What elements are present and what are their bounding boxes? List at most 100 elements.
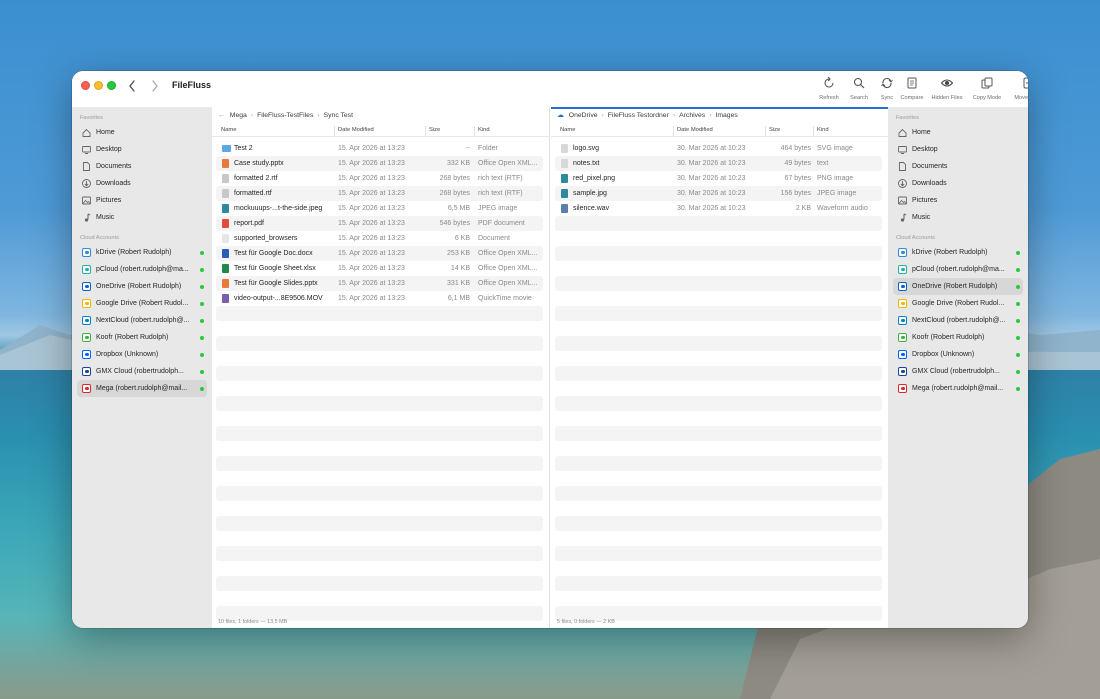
table-row[interactable]: silence.wav 30. Mar 2026 at 10:23 2 KB Wave… bbox=[555, 201, 882, 216]
column-header-size[interactable]: Size bbox=[769, 127, 780, 133]
cloud-service-icon bbox=[898, 367, 907, 376]
file-kind: SVG image bbox=[817, 145, 853, 152]
sidebar-cloud-account[interactable]: Koofr (Robert Rudolph) bbox=[77, 329, 207, 346]
back-button[interactable] bbox=[122, 78, 142, 93]
forward-button[interactable] bbox=[145, 78, 165, 93]
sidebar-cloud-account[interactable]: pCloud (robert.rudolph@ma... bbox=[77, 261, 207, 278]
table-row[interactable]: Test für Google Sheet.xlsx 15. Apr 2026 a… bbox=[216, 261, 543, 276]
sidebar-cloud-account[interactable]: kDrive (Robert Rudolph) bbox=[893, 244, 1023, 261]
sidebar-cloud-account[interactable]: Google Drive (Robert Rudol... bbox=[77, 295, 207, 312]
column-header-name[interactable]: Name bbox=[221, 127, 236, 133]
table-row[interactable]: report.pdf 15. Apr 2026 at 13:23 546 bytes… bbox=[216, 216, 543, 231]
sidebar-item-documents[interactable]: Documents bbox=[893, 158, 1023, 175]
sidebar-item-label: Dropbox (Unknown) bbox=[96, 351, 159, 358]
column-header-kind[interactable]: Kind bbox=[478, 127, 490, 133]
left-file-pane[interactable]: ← Mega › FileFluss-TestFiles › Sync Test Name… bbox=[212, 107, 550, 628]
sidebar-item-label: GMX Cloud (robertrudolph... bbox=[96, 368, 184, 375]
close-window-button[interactable] bbox=[81, 81, 90, 90]
column-header-date-modified[interactable]: Date Modified bbox=[338, 127, 374, 133]
table-row[interactable]: Test für Google Slides.pptx 15. Apr 2026 … bbox=[216, 276, 543, 291]
column-header-size[interactable]: Size bbox=[429, 127, 440, 133]
sidebar-cloud-account[interactable]: Dropbox (Unknown) bbox=[893, 346, 1023, 363]
sidebar-item-label: Google Drive (Robert Rudol... bbox=[96, 300, 189, 307]
minimize-window-button[interactable] bbox=[94, 81, 103, 90]
sidebar-item-music[interactable]: Music bbox=[77, 209, 207, 226]
sidebar-item-label: NextCloud (robert.rudolph@... bbox=[96, 317, 190, 324]
sidebar-cloud-account[interactable]: Mega (robert.rudolph@mail... bbox=[77, 380, 207, 397]
file-name: Case study.pptx bbox=[234, 160, 284, 167]
sidebar-cloud-account[interactable]: GMX Cloud (robertrudolph... bbox=[893, 363, 1023, 380]
sidebar-cloud-account[interactable]: kDrive (Robert Rudolph) bbox=[77, 244, 207, 261]
chevron-right-icon: › bbox=[672, 112, 676, 119]
sidebar-cloud-account[interactable]: OneDrive (Robert Rudolph) bbox=[893, 278, 1023, 295]
sidebar-cloud-account[interactable]: Koofr (Robert Rudolph) bbox=[893, 329, 1023, 346]
breadcrumb-item[interactable]: Sync Test bbox=[324, 112, 353, 119]
file-icon bbox=[561, 159, 568, 168]
file-name: Test für Google Sheet.xlsx bbox=[234, 265, 316, 272]
sidebar-cloud-account[interactable]: Dropbox (Unknown) bbox=[77, 346, 207, 363]
sidebar-cloud-account[interactable]: OneDrive (Robert Rudolph) bbox=[77, 278, 207, 295]
sidebar-item-pictures[interactable]: Pictures bbox=[893, 192, 1023, 209]
breadcrumb-item[interactable]: FileFluss-TestFiles bbox=[257, 112, 313, 119]
sidebar-item-pictures[interactable]: Pictures bbox=[77, 192, 207, 209]
table-row[interactable]: Test 2 15. Apr 2026 at 13:23 -- Folder bbox=[216, 141, 543, 156]
sidebar-item-home[interactable]: Home bbox=[77, 124, 207, 141]
empty-row bbox=[216, 546, 543, 561]
toolbar-move-mode-button[interactable]: Move Mode bbox=[1009, 77, 1028, 101]
breadcrumb-item[interactable]: OneDrive bbox=[569, 112, 598, 119]
sidebar-cloud-account[interactable]: NextCloud (robert.rudolph@... bbox=[77, 312, 207, 329]
back-arrow-icon[interactable]: ☁ bbox=[557, 112, 564, 119]
breadcrumb-item[interactable]: Archives bbox=[679, 112, 705, 119]
empty-row bbox=[555, 411, 882, 426]
table-row[interactable]: video-output-...8E9506.MOV 15. Apr 2026 a… bbox=[216, 291, 543, 306]
zoom-window-button[interactable] bbox=[107, 81, 116, 90]
file-size: 6 KB bbox=[454, 235, 470, 242]
connected-status-dot bbox=[1016, 336, 1020, 340]
breadcrumb-item[interactable]: FileFluss Testordner bbox=[608, 112, 669, 119]
file-kind: Waveform audio bbox=[817, 205, 868, 212]
sidebar-item-downloads[interactable]: Downloads bbox=[77, 175, 207, 192]
empty-row bbox=[216, 306, 543, 321]
breadcrumb-item[interactable]: Mega bbox=[230, 112, 247, 119]
table-row[interactable]: supported_browsers 15. Apr 2026 at 13:23 6… bbox=[216, 231, 543, 246]
cloud-service-icon bbox=[82, 316, 91, 325]
sidebar-item-downloads[interactable]: Downloads bbox=[893, 175, 1023, 192]
sidebar-cloud-account[interactable]: Google Drive (Robert Rudol... bbox=[893, 295, 1023, 312]
table-row[interactable]: logo.svg 30. Mar 2026 at 10:23 464 bytes SV… bbox=[555, 141, 882, 156]
sidebar-item-label: Downloads bbox=[96, 180, 131, 187]
sidebar-item-home[interactable]: Home bbox=[893, 124, 1023, 141]
toolbar-label: Refresh bbox=[819, 95, 839, 101]
toolbar-hidden-files-button[interactable]: Hidden Files bbox=[927, 77, 967, 101]
breadcrumb-item[interactable]: Images bbox=[715, 112, 737, 119]
file-kind: PNG image bbox=[817, 175, 854, 182]
toolbar-copy-mode-button[interactable]: Copy Mode bbox=[967, 77, 1007, 101]
empty-row bbox=[555, 426, 882, 441]
column-header-kind[interactable]: Kind bbox=[817, 127, 829, 133]
file-list: logo.svg 30. Mar 2026 at 10:23 464 bytes SV… bbox=[555, 141, 882, 621]
table-row[interactable]: red_pixel.png 30. Mar 2026 at 10:23 67 byt… bbox=[555, 171, 882, 186]
sidebar-cloud-account[interactable]: GMX Cloud (robertrudolph... bbox=[77, 363, 207, 380]
column-header-name[interactable]: Name bbox=[560, 127, 575, 133]
file-name: report.pdf bbox=[234, 220, 264, 227]
sidebar-item-music[interactable]: Music bbox=[893, 209, 1023, 226]
table-row[interactable]: mockuuups-...t-the-side.jpeg 15. Apr 2026… bbox=[216, 201, 543, 216]
right-file-pane[interactable]: ☁ OneDrive › FileFluss Testordner › Archives ›… bbox=[551, 107, 888, 628]
file-date: 15. Apr 2026 at 13:23 bbox=[338, 190, 405, 197]
sidebar-cloud-account[interactable]: NextCloud (robert.rudolph@... bbox=[893, 312, 1023, 329]
sidebar-cloud-account[interactable]: Mega (robert.rudolph@mail... bbox=[893, 380, 1023, 397]
sidebar-item-documents[interactable]: Documents bbox=[77, 158, 207, 175]
sidebar-item-label: Koofr (Robert Rudolph) bbox=[912, 334, 985, 341]
table-row[interactable]: sample.jpg 30. Mar 2026 at 10:23 156 bytes… bbox=[555, 186, 882, 201]
toolbar-compare-button[interactable]: Compare bbox=[892, 77, 932, 101]
sidebar-cloud-account[interactable]: pCloud (robert.rudolph@ma... bbox=[893, 261, 1023, 278]
table-row[interactable]: Test für Google Doc.docx 15. Apr 2026 at … bbox=[216, 246, 543, 261]
table-row[interactable]: formatted 2.rtf 15. Apr 2026 at 13:23 268 … bbox=[216, 171, 543, 186]
back-arrow-icon[interactable]: ← bbox=[218, 112, 225, 119]
sidebar-item-desktop[interactable]: Desktop bbox=[893, 141, 1023, 158]
table-row[interactable]: formatted.rtf 15. Apr 2026 at 13:23 268 by… bbox=[216, 186, 543, 201]
column-header-date-modified[interactable]: Date Modified bbox=[677, 127, 713, 133]
table-row[interactable]: notes.txt 30. Mar 2026 at 10:23 49 bytes te… bbox=[555, 156, 882, 171]
empty-row bbox=[216, 486, 543, 501]
sidebar-item-desktop[interactable]: Desktop bbox=[77, 141, 207, 158]
table-row[interactable]: Case study.pptx 15. Apr 2026 at 13:23 332 … bbox=[216, 156, 543, 171]
